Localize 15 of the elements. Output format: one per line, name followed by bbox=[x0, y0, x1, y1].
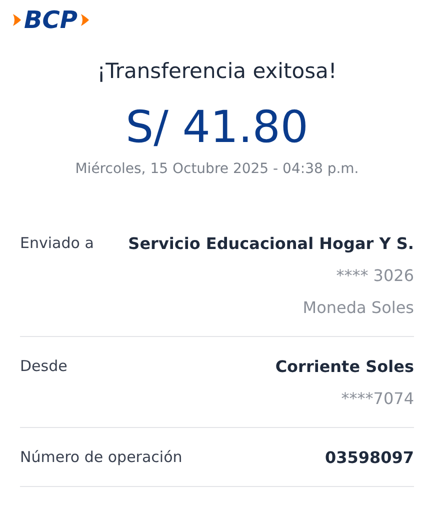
success-title: ¡Transferencia exitosa! bbox=[97, 58, 337, 85]
date-time: Miércoles, 15 Octubre 2025 - 04:38 p.m. bbox=[75, 160, 359, 178]
chevron-icon bbox=[12, 13, 22, 27]
detail-label: Número de operación bbox=[20, 446, 182, 468]
detail-value: Servicio Educacional Hogar Y S. bbox=[128, 232, 414, 254]
detail-label: Enviado a bbox=[20, 232, 94, 254]
detail-value: **** 3026 bbox=[336, 264, 414, 286]
detail-value: Corriente Soles bbox=[275, 356, 414, 378]
logo-text: BCP bbox=[24, 8, 78, 32]
detail-label: Desde bbox=[20, 356, 68, 376]
detail-value: Moneda Soles bbox=[302, 296, 414, 318]
amount: S/ 41.80 bbox=[126, 100, 308, 154]
detail-value: ****7074 bbox=[341, 388, 414, 410]
detail-value: 03598097 bbox=[324, 446, 414, 468]
chevron-icon bbox=[80, 13, 90, 27]
